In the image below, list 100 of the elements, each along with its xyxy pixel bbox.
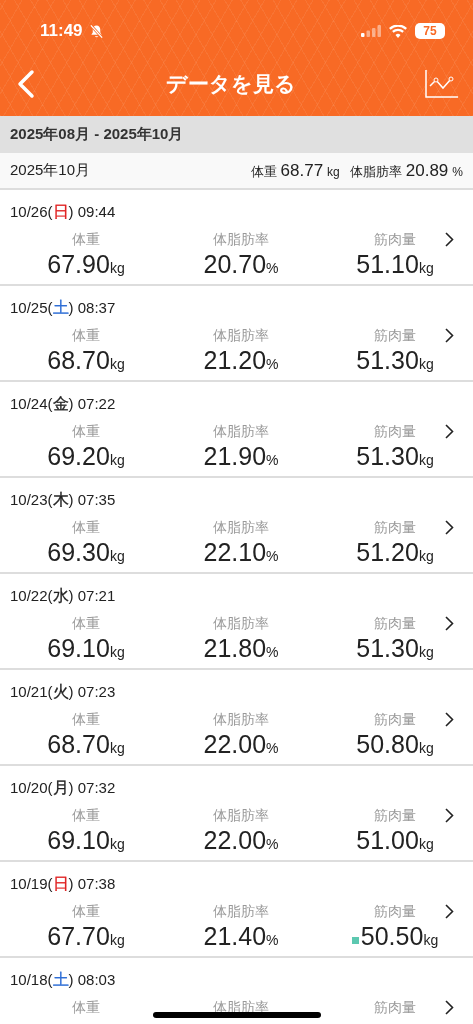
metric-value: 67.90 bbox=[47, 250, 110, 279]
record-row[interactable]: 10/24(金) 07:22 体重 69.20kg 体脂肪率 21.90% 筋肉量 51.30kg bbox=[0, 382, 473, 478]
unit-label: % bbox=[266, 836, 279, 852]
bell-off-icon bbox=[88, 23, 104, 39]
metric-value: 21.20 bbox=[203, 346, 267, 375]
chevron-icon bbox=[445, 1000, 454, 1015]
record-row[interactable]: 10/21(火) 07:23 体重 68.70kg 体脂肪率 22.00% 筋肉量 50.80kg bbox=[0, 670, 473, 766]
chevron-icon bbox=[445, 808, 454, 823]
metric-label: 体重 bbox=[72, 519, 100, 537]
unit-label: kg bbox=[109, 356, 125, 372]
metric-value: 50.50 bbox=[360, 922, 424, 951]
record-row[interactable]: 10/23(木) 07:35 体重 69.30kg 体脂肪率 22.10% 筋肉量 51.20kg bbox=[0, 478, 473, 574]
unit-label: % bbox=[452, 164, 463, 179]
signal-icon bbox=[361, 25, 381, 37]
metric-label: 体重 bbox=[72, 615, 100, 633]
metric-label: 筋肉量 bbox=[374, 903, 416, 921]
unit-label: % bbox=[266, 548, 279, 564]
metric-label: 体重 bbox=[72, 327, 100, 345]
metric-label: 体重 bbox=[72, 999, 100, 1017]
record-date: 10/22(水) 07:21 bbox=[10, 586, 116, 606]
line-chart-icon[interactable] bbox=[425, 69, 459, 99]
metric-label: 筋肉量 bbox=[374, 423, 416, 441]
unit-label: kg bbox=[109, 644, 125, 660]
chevron-icon bbox=[445, 328, 454, 343]
unit-label: kg bbox=[109, 740, 125, 756]
record-date: 10/26(日) 09:44 bbox=[10, 202, 116, 222]
unit-label: kg bbox=[418, 740, 434, 756]
status-time: 11:49 bbox=[40, 21, 83, 41]
unit-label: kg bbox=[327, 164, 340, 179]
metric-value: 51.00 bbox=[356, 826, 419, 855]
metric-label: 体脂肪率 bbox=[213, 327, 269, 345]
record-date: 10/24(金) 07:22 bbox=[10, 394, 116, 414]
unit-label: kg bbox=[418, 260, 434, 276]
screen-title: データを見る bbox=[164, 71, 297, 97]
metric-label: 筋肉量 bbox=[374, 231, 416, 249]
metric-label: 体脂肪率 bbox=[213, 231, 269, 249]
metric-value: 21.80 bbox=[203, 634, 267, 663]
metric-value: 68.70 bbox=[47, 346, 110, 375]
record-date: 10/19(日) 07:38 bbox=[10, 874, 116, 894]
unit-label: % bbox=[266, 452, 279, 468]
unit-label: kg bbox=[109, 260, 125, 276]
record-row[interactable]: 10/19(日) 07:38 体重 67.70kg 体脂肪率 21.40% 筋肉量 50.50kg bbox=[0, 862, 473, 958]
unit-label: kg bbox=[109, 548, 125, 564]
metric-value: 22.10 bbox=[203, 538, 267, 567]
summary-label: 体脂肪率 bbox=[349, 162, 402, 181]
unit-label: kg bbox=[418, 356, 434, 372]
metric-value: 69.10 bbox=[47, 634, 110, 663]
metric-label: 体重 bbox=[72, 423, 100, 441]
wifi-icon bbox=[389, 24, 407, 38]
metric-label: 筋肉量 bbox=[374, 999, 416, 1017]
metric-label: 体重 bbox=[72, 711, 100, 729]
metric-label: 体脂肪率 bbox=[213, 807, 269, 825]
unit-label: kg bbox=[418, 644, 434, 660]
unit-label: kg bbox=[418, 452, 434, 468]
record-date: 10/25(土) 08:37 bbox=[10, 298, 116, 318]
metric-label: 体重 bbox=[72, 807, 100, 825]
month-label: 2025年10月 bbox=[10, 161, 91, 180]
chevron-icon bbox=[445, 904, 454, 919]
metric-value: 69.30 bbox=[47, 538, 110, 567]
record-date: 10/21(火) 07:23 bbox=[10, 682, 116, 702]
metric-value: 50.80 bbox=[356, 730, 419, 759]
unit-label: % bbox=[266, 356, 279, 372]
metric-label: 体脂肪率 bbox=[213, 423, 269, 441]
metric-label: 筋肉量 bbox=[374, 615, 416, 633]
chevron-icon bbox=[445, 616, 454, 631]
record-row[interactable]: 10/22(水) 07:21 体重 69.10kg 体脂肪率 21.80% 筋肉量 51.30kg bbox=[0, 574, 473, 670]
back-button[interactable] bbox=[16, 69, 36, 99]
metric-label: 体脂肪率 bbox=[213, 519, 269, 537]
metric-value: 68.70 bbox=[47, 730, 110, 759]
unit-label: % bbox=[266, 932, 279, 948]
unit-label: % bbox=[266, 260, 279, 276]
metric-label: 筋肉量 bbox=[374, 519, 416, 537]
unit-label: kg bbox=[109, 836, 125, 852]
record-date: 10/20(月) 07:32 bbox=[10, 778, 116, 798]
record-row[interactable]: 10/20(月) 07:32 体重 69.10kg 体脂肪率 22.00% 筋肉量 51.00kg bbox=[0, 766, 473, 862]
metric-label: 体重 bbox=[72, 903, 100, 921]
chevron-icon bbox=[445, 520, 454, 535]
record-row[interactable]: 10/25(土) 08:37 体重 68.70kg 体脂肪率 21.20% 筋肉量 51.30kg bbox=[0, 286, 473, 382]
metric-label: 体脂肪率 bbox=[213, 711, 269, 729]
chevron-icon bbox=[445, 712, 454, 727]
unit-label: kg bbox=[418, 836, 434, 852]
battery-level: 75 bbox=[415, 23, 445, 39]
metric-value: 51.30 bbox=[356, 442, 419, 471]
unit-label: kg bbox=[423, 932, 439, 948]
metric-label: 筋肉量 bbox=[374, 327, 416, 345]
metric-label: 筋肉量 bbox=[374, 807, 416, 825]
metric-value: 21.90 bbox=[203, 442, 267, 471]
unit-label: kg bbox=[418, 548, 434, 564]
metric-value: 21.40 bbox=[203, 922, 267, 951]
metric-value: 20.70 bbox=[203, 250, 267, 279]
summary-label: 体重 bbox=[250, 162, 277, 181]
chevron-icon bbox=[445, 424, 454, 439]
metric-label: 体脂肪率 bbox=[213, 903, 269, 921]
period-header: 2025年08月 - 2025年10月 bbox=[0, 116, 473, 153]
chevron-icon bbox=[445, 232, 454, 247]
unit-label: kg bbox=[109, 932, 125, 948]
record-row[interactable]: 10/26(日) 09:44 体重 67.90kg 体脂肪率 20.70% 筋肉量 51.10kg bbox=[0, 190, 473, 286]
metric-value: 69.10 bbox=[47, 826, 110, 855]
unit-label: % bbox=[266, 644, 279, 660]
metric-value: 22.00 bbox=[203, 826, 267, 855]
